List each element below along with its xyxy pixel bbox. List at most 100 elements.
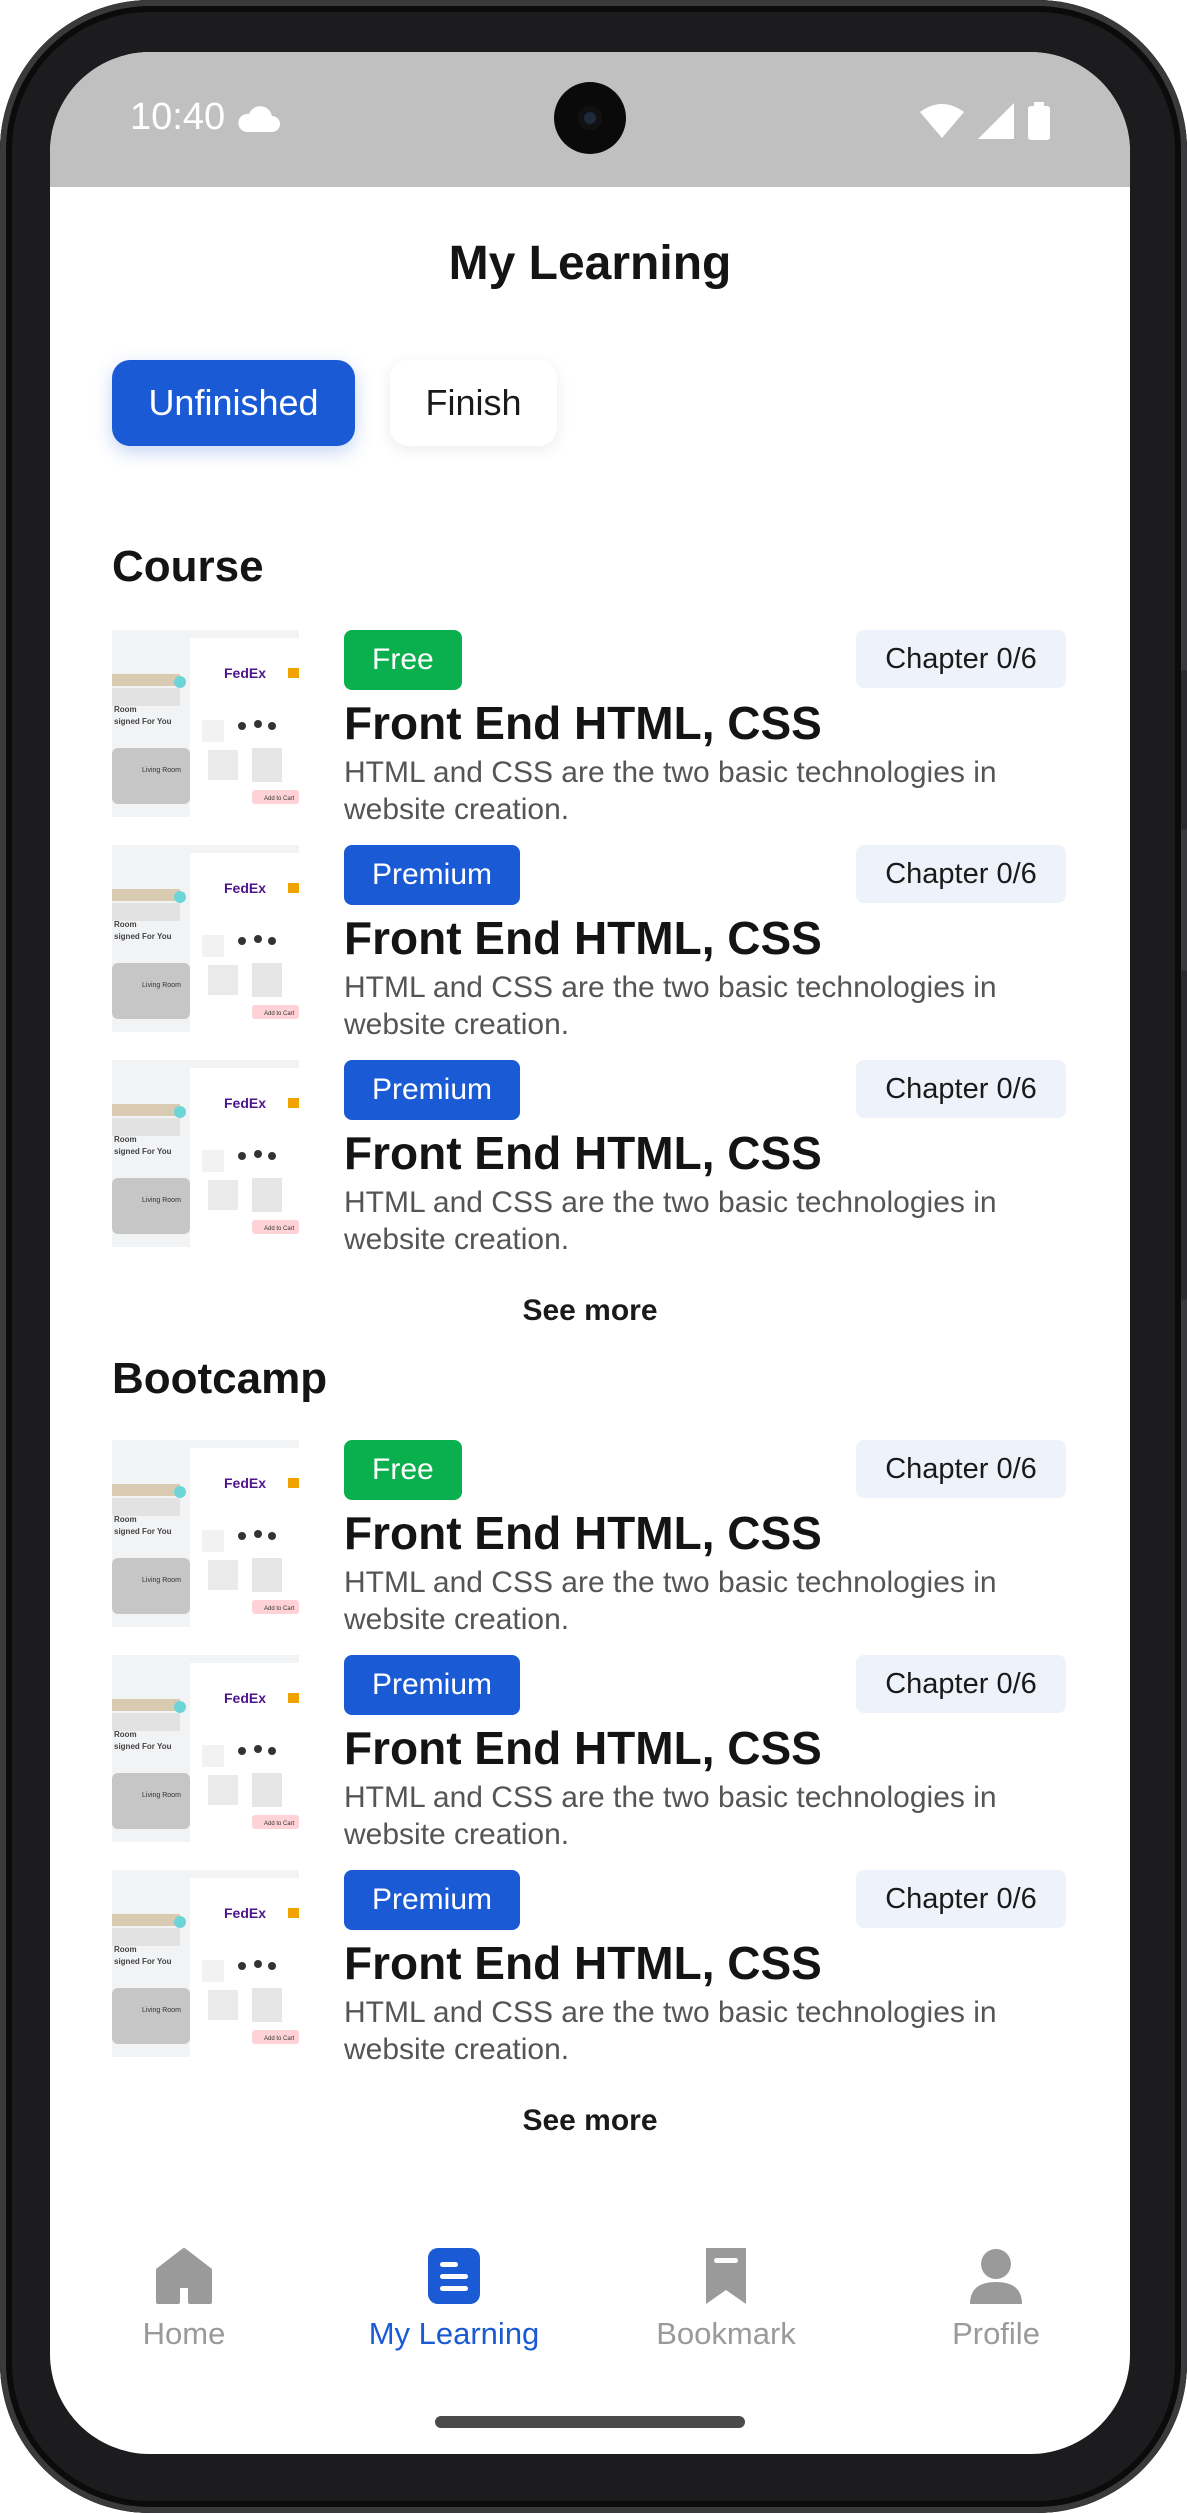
thumbnail-headline-a: Room: [114, 920, 137, 929]
screen: 10:40 My Learning Unfinished Finish Cour…: [50, 52, 1130, 2454]
course-thumbnail: Room signed For You Living Room FedEx Add to…: [112, 845, 299, 1032]
course-thumbnail: Room signed For You Living Room FedEx Add to…: [112, 1060, 299, 1247]
thumbnail-headline-b: signed For You: [114, 1527, 172, 1536]
course-thumbnail: Room signed For You Living Room FedEx Add to…: [112, 1655, 299, 1842]
power-button: [1181, 970, 1187, 1300]
signal-icon: [978, 103, 1014, 139]
thumbnail-cart: Add to Cart: [264, 1011, 295, 1017]
thumbnail-brand: FedEx: [224, 1690, 266, 1706]
chapter-progress: Chapter 0/6: [856, 1870, 1066, 1928]
pricing-badge: Premium: [344, 1655, 521, 1715]
thumbnail-brand: FedEx: [224, 665, 266, 681]
course-description: HTML and CSS are the two basic technolog…: [344, 1566, 997, 1636]
volume-button: [1181, 670, 1187, 830]
course-card[interactable]: Room signed For You Living Room FedEx Add to…: [112, 1655, 1066, 1851]
thumbnail-headline-b: signed For You: [114, 717, 172, 726]
thumbnail-headline-a: Room: [114, 1135, 137, 1144]
thumbnail-headline-b: signed For You: [114, 1742, 172, 1751]
course-thumbnail-art: Room signed For You Living Room FedEx Add to…: [112, 845, 299, 1032]
course-thumbnail: Room signed For You Living Room FedEx Add to…: [112, 630, 299, 817]
nav-item-bookmark[interactable]: Bookmark: [616, 2246, 836, 2352]
thumbnail-headline-b: signed For You: [114, 1957, 172, 1966]
thumbnail-cart: Add to Cart: [264, 2036, 295, 2042]
pricing-badge: Premium: [344, 1870, 521, 1930]
course-thumbnail-art: Room signed For You Living Room FedEx Add to…: [112, 1440, 299, 1627]
chapter-progress: Chapter 0/6: [856, 1440, 1066, 1498]
chapter-progress: Chapter 0/6: [856, 1060, 1066, 1118]
learning-icon: [428, 2248, 480, 2304]
status-bar: 10:40: [50, 52, 1130, 187]
thumbnail-headline-a: Room: [114, 1730, 137, 1739]
course-section-title: Course: [112, 542, 264, 591]
pricing-badge: Free: [344, 630, 462, 690]
thumbnail-brand: FedEx: [224, 880, 266, 896]
thumbnail-caption: Living Room: [142, 1792, 181, 1799]
profile-icon: [970, 2249, 1022, 2304]
status-time: 10:40: [130, 96, 226, 138]
thumbnail-caption: Living Room: [142, 1197, 181, 1204]
thumbnail-headline-a: Room: [114, 705, 137, 714]
course-thumbnail: Room signed For You Living Room FedEx Add to…: [112, 1440, 299, 1627]
course-title: Front End HTML, CSS: [344, 912, 822, 964]
nav-item-home[interactable]: Home: [74, 2246, 294, 2352]
pricing-badge: Premium: [344, 1060, 521, 1120]
tab-unfinished[interactable]: Unfinished: [112, 360, 355, 446]
chapter-progress: Chapter 0/6: [856, 845, 1066, 903]
course-description: HTML and CSS are the two basic technolog…: [344, 1186, 997, 1256]
thumbnail-brand: FedEx: [224, 1095, 266, 1111]
home-indicator: [435, 2416, 745, 2428]
bootcamp-section-title: Bootcamp: [112, 1354, 328, 1403]
thumbnail-headline-a: Room: [114, 1945, 137, 1954]
thumbnail-brand: FedEx: [224, 1475, 266, 1491]
course-card[interactable]: Room signed For You Living Room FedEx Add to…: [112, 1060, 1066, 1256]
page-title: My Learning: [448, 237, 732, 290]
course-title: Front End HTML, CSS: [344, 697, 822, 749]
course-card[interactable]: Room signed For You Living Room FedEx Add to…: [112, 1440, 1066, 1636]
course-card[interactable]: Room signed For You Living Room FedEx Add to…: [112, 630, 1066, 826]
front-camera: [554, 82, 626, 154]
course-title: Front End HTML, CSS: [344, 1937, 822, 1989]
course-card[interactable]: Room signed For You Living Room FedEx Add to…: [112, 845, 1066, 1041]
course-thumbnail-art: Room signed For You Living Room FedEx Add to…: [112, 1655, 299, 1842]
course-thumbnail-art: Room signed For You Living Room FedEx Add to…: [112, 630, 299, 817]
thumbnail-cart: Add to Cart: [264, 1226, 295, 1232]
course-description: HTML and CSS are the two basic technolog…: [344, 756, 997, 826]
course-title: Front End HTML, CSS: [344, 1127, 822, 1179]
thumbnail-headline-b: signed For You: [114, 932, 172, 941]
course-title: Front End HTML, CSS: [344, 1722, 822, 1774]
thumbnail-headline-b: signed For You: [114, 1147, 172, 1156]
course-description: HTML and CSS are the two basic technolog…: [344, 1781, 997, 1851]
nav-label-home: Home: [142, 2316, 226, 2351]
course-thumbnail: Room signed For You Living Room FedEx Add to…: [112, 1870, 299, 2057]
home-icon: [156, 2248, 212, 2304]
course-card[interactable]: Room signed For You Living Room FedEx Add to…: [112, 1870, 1066, 2066]
bootcamp-see-more-link[interactable]: See more: [50, 2104, 1130, 2138]
course-thumbnail-art: Room signed For You Living Room FedEx Add to…: [112, 1870, 299, 2057]
status-icons: [920, 102, 1050, 140]
tab-finish[interactable]: Finish: [390, 360, 557, 446]
chapter-progress: Chapter 0/6: [856, 630, 1066, 688]
pricing-badge: Premium: [344, 845, 521, 905]
thumbnail-caption: Living Room: [142, 1577, 181, 1584]
nav-item-profile[interactable]: Profile: [886, 2246, 1106, 2352]
thumbnail-headline-a: Room: [114, 1515, 137, 1524]
course-description: HTML and CSS are the two basic technolog…: [344, 1996, 997, 2066]
thumbnail-cart: Add to Cart: [264, 796, 295, 802]
bottom-nav: Home My Learning Bookmark Profile: [50, 2246, 1130, 2376]
nav-label-my-learning: My Learning: [368, 2316, 540, 2351]
battery-icon: [1028, 102, 1050, 140]
course-see-more-link[interactable]: See more: [50, 1294, 1130, 1328]
course-title: Front End HTML, CSS: [344, 1507, 822, 1559]
wifi-icon: [920, 104, 964, 138]
pricing-badge: Free: [344, 1440, 462, 1500]
thumbnail-cart: Add to Cart: [264, 1821, 295, 1827]
chapter-progress: Chapter 0/6: [856, 1655, 1066, 1713]
bookmark-icon: [706, 2248, 746, 2304]
thumbnail-cart: Add to Cart: [264, 1606, 295, 1612]
thumbnail-caption: Living Room: [142, 982, 181, 989]
thumbnail-brand: FedEx: [224, 1905, 266, 1921]
nav-item-my-learning[interactable]: My Learning: [344, 2246, 564, 2352]
cloud-icon: [238, 106, 280, 132]
nav-label-bookmark: Bookmark: [656, 2316, 796, 2351]
nav-label-profile: Profile: [952, 2316, 1040, 2351]
